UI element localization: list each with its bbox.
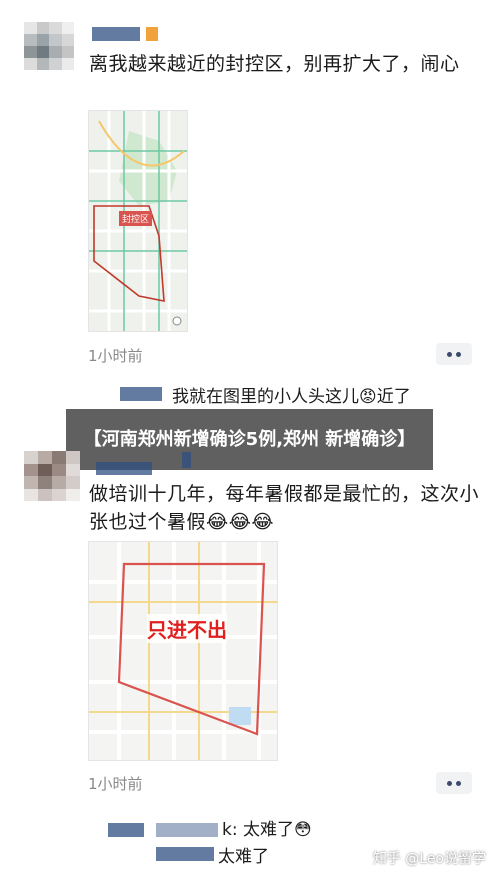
more-dots-icon: [456, 351, 461, 357]
post-2-text: 做培训十几年，每年暑假都是最忙的，这次小张也过个暑假😂😂😂: [89, 480, 479, 536]
post-1-comment-tail: 近了: [376, 387, 411, 407]
post-1-map-image[interactable]: 封控区: [88, 110, 188, 332]
news-title-banner: 【河南郑州新增确诊5例,郑州 新增确诊】: [66, 409, 433, 470]
post-1-comment-text: 我就在图里的小人头这儿: [172, 387, 359, 407]
masked-username-2: [96, 462, 152, 475]
post-1-map-label: 封控区: [119, 211, 153, 226]
post-1-more-button[interactable]: [436, 343, 472, 365]
laugh-cry-emoji-icon: 😂😂😂: [206, 511, 275, 533]
post-2-comment-1: k: 太难了😳: [222, 815, 312, 840]
masked-commenter-1: [120, 387, 162, 401]
post-2-text-body: 做培训十几年，每年暑假都是最忙的，这次小张也过个暑假: [89, 483, 480, 533]
masked-username-1-accent: [146, 27, 158, 41]
avatar-2[interactable]: [24, 451, 80, 501]
more-dots-icon: [447, 351, 452, 357]
more-dots-icon: [447, 780, 452, 786]
zhihu-watermark: 知乎 @Leo说留学: [372, 851, 486, 867]
post-1-time: 1小时前: [88, 347, 143, 365]
post-1-comment: 我就在图里的小人头这儿😡近了: [172, 382, 411, 407]
post-2-comment-2-text: 太难了: [218, 847, 269, 867]
more-dots-icon: [456, 780, 461, 786]
masked-commenter-2b: [156, 823, 218, 837]
post-2-comment-2: 太难了: [218, 842, 269, 867]
post-1-text: 离我越来越近的封控区，别再扩大了，闹心: [89, 53, 460, 75]
masked-commenter-3: [156, 847, 214, 861]
masked-commenter-2: [108, 823, 144, 837]
post-2-comment-1-text: k: 太难了: [222, 820, 294, 840]
post-2-more-button[interactable]: [436, 772, 472, 794]
masked-username-1: [92, 27, 140, 41]
post-2-map-drawing: [89, 542, 277, 760]
angry-emoji-icon: 😡: [359, 387, 377, 407]
news-title-text: 【河南郑州新增确诊5例,郑州 新增确诊】: [83, 428, 416, 450]
post-2-time: 1小时前: [88, 775, 143, 793]
masked-username-2b: [182, 452, 191, 468]
post-2-map-label: 只进不出: [147, 614, 227, 643]
avatar-1[interactable]: [24, 22, 74, 70]
flushed-emoji-icon: 😳: [293, 820, 312, 840]
post-2-map-image[interactable]: 只进不出: [88, 541, 278, 761]
